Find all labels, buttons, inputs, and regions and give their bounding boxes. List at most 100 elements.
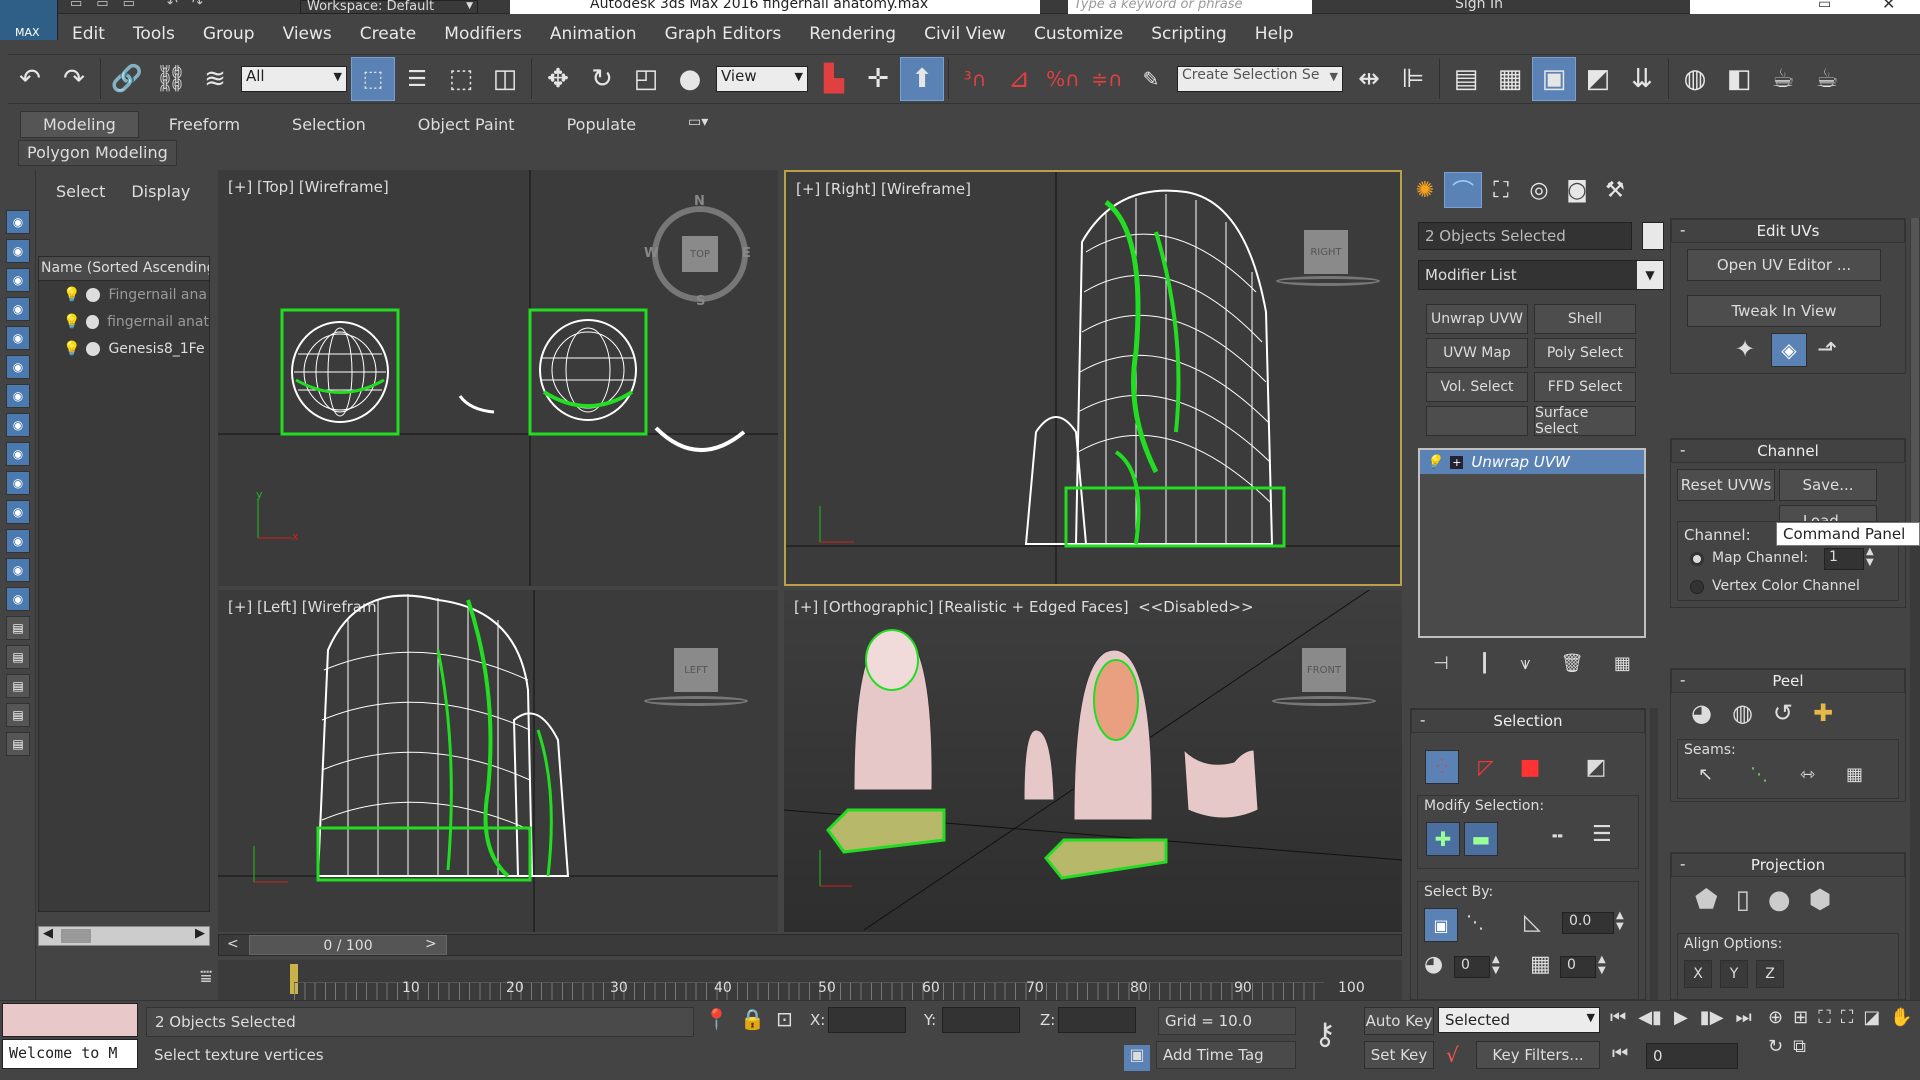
go-to-start-icon[interactable]: ⏮ bbox=[1610, 1007, 1626, 1028]
quick-planar-map-icon[interactable]: ◈ bbox=[1771, 333, 1807, 367]
scroll-right-icon[interactable]: ▶ bbox=[195, 926, 205, 941]
geometry-filter-icon[interactable]: ◉ bbox=[6, 239, 30, 263]
polygon-mode-icon[interactable]: ■ bbox=[1513, 750, 1547, 784]
ref-coord-dropdown[interactable]: View ▼ bbox=[716, 66, 808, 92]
rotate-icon[interactable]: ↻ bbox=[580, 57, 624, 101]
make-unique-icon[interactable]: ⩛ bbox=[1520, 653, 1530, 674]
next-frame-icon[interactable]: ▮▶ bbox=[1700, 1007, 1724, 1028]
ribbon-tab-modeling[interactable]: Modeling bbox=[20, 110, 139, 138]
time-slider[interactable]: < 0 / 100 > bbox=[218, 934, 1402, 956]
explorer-display-menu[interactable]: Display bbox=[131, 182, 190, 201]
scroll-thumb[interactable] bbox=[1911, 218, 1919, 538]
move-icon[interactable]: ✥ bbox=[536, 57, 580, 101]
hierarchy-tab-icon[interactable]: ⛶ bbox=[1482, 172, 1520, 208]
point-to-point-seam-icon[interactable]: ↖ bbox=[1698, 764, 1713, 785]
material-editor-icon[interactable]: ◍ bbox=[1673, 57, 1717, 101]
lightbulb-icon[interactable]: 💡 bbox=[63, 341, 80, 357]
right-column-scrollbar[interactable] bbox=[1910, 218, 1920, 1000]
select-object-icon[interactable]: ⬚ bbox=[351, 57, 395, 101]
modifier-button[interactable]: Unwrap UVW bbox=[1426, 304, 1528, 334]
search-input[interactable]: Type a keyword or phrase bbox=[1068, 0, 1312, 14]
edit-uvs-header[interactable]: - Edit UVs bbox=[1671, 219, 1905, 243]
object-color-swatch[interactable] bbox=[1642, 222, 1664, 250]
render-setup-icon[interactable]: ◧ bbox=[1717, 57, 1761, 101]
viewcube-top[interactable]: TOP bbox=[682, 236, 718, 272]
modifier-button[interactable] bbox=[1426, 406, 1528, 436]
current-frame-field[interactable]: 0 bbox=[1646, 1043, 1738, 1069]
schematic-view-icon[interactable]: ⇊ bbox=[1620, 57, 1664, 101]
menu-item-create[interactable]: Create bbox=[360, 24, 417, 44]
add-time-tag[interactable]: Add Time Tag bbox=[1156, 1041, 1296, 1069]
loop-selection-icon[interactable]: ╍ bbox=[1552, 826, 1563, 847]
window-crossing-icon[interactable]: ◫ bbox=[483, 57, 527, 101]
modifier-button[interactable]: Shell bbox=[1534, 304, 1636, 334]
keyboard-shortcut-override-icon[interactable]: ⬆ bbox=[900, 57, 944, 101]
remove-modifier-icon[interactable]: 🗑 bbox=[1561, 653, 1584, 674]
track-bar[interactable]: ⩸ 10 20 30 40 50 60 70 80 90 100 bbox=[200, 960, 1402, 1000]
map-channel-radio[interactable] bbox=[1690, 552, 1704, 566]
scene-explorer-icon[interactable]: ▤ bbox=[1444, 57, 1488, 101]
collapse-icon[interactable]: - bbox=[1680, 441, 1685, 459]
go-to-end-icon[interactable]: ⏭ bbox=[1736, 1007, 1752, 1028]
pin-stack-icon[interactable]: ⊣ bbox=[1433, 653, 1449, 674]
viewcube-compass[interactable]: TOP bbox=[652, 206, 748, 302]
lightbulb-icon[interactable]: 💡 bbox=[1426, 455, 1442, 470]
select-manipulate-icon[interactable]: ✛ bbox=[856, 57, 900, 101]
collapse-icon[interactable]: - bbox=[1680, 221, 1685, 239]
render-production-icon[interactable]: ☕ bbox=[1805, 57, 1849, 101]
close-icon[interactable]: ✕ bbox=[1882, 0, 1895, 13]
align-y-button[interactable]: Y bbox=[1720, 960, 1748, 988]
track-bar-icon[interactable]: ⩸ bbox=[200, 964, 230, 990]
spinner-arrows-icon[interactable]: ▲ ▼ bbox=[1598, 954, 1606, 976]
filter-icon[interactable]: ▤ bbox=[6, 674, 30, 698]
collapse-icon[interactable]: - bbox=[1680, 855, 1685, 873]
scene-list-item[interactable]: 💡 Genesis8_1Fe bbox=[39, 335, 209, 362]
find-icon[interactable]: ▤ bbox=[6, 703, 30, 727]
viewcube-right[interactable]: RIGHT bbox=[1304, 230, 1348, 274]
xrefs-filter-icon[interactable]: ◉ bbox=[6, 442, 30, 466]
pin-icon[interactable]: ✚ bbox=[1813, 699, 1833, 727]
maxscript-listener[interactable]: Welcome to M bbox=[2, 1039, 138, 1069]
spinner-arrows-icon[interactable]: ▲ ▼ bbox=[1492, 954, 1500, 976]
scene-list-item[interactable]: 💡 Fingernail ana bbox=[39, 281, 209, 308]
place-icon[interactable]: ● bbox=[668, 57, 712, 101]
peel-mode-icon[interactable]: ◕ bbox=[1691, 699, 1712, 727]
grow-selection-icon[interactable]: ✚ bbox=[1426, 822, 1460, 856]
modifier-button[interactable]: Poly Select bbox=[1534, 338, 1636, 368]
ribbon-options-icon[interactable]: ▭▾ bbox=[688, 114, 708, 130]
space-warps-filter-icon[interactable]: ◉ bbox=[6, 384, 30, 408]
modifier-button[interactable]: Vol. Select bbox=[1426, 372, 1528, 402]
menu-item-help[interactable]: Help bbox=[1255, 24, 1294, 44]
ribbon-tab-object-paint[interactable]: Object Paint bbox=[396, 112, 537, 137]
rendered-frame-window-icon[interactable]: ☕ bbox=[1761, 57, 1805, 101]
select-by-uv-edge-icon[interactable]: ⋱ bbox=[1466, 912, 1484, 933]
selection-filter-dropdown[interactable]: All ▼ bbox=[241, 66, 347, 92]
utilities-tab-icon[interactable]: ⚒ bbox=[1596, 172, 1634, 208]
menu-item-tools[interactable]: Tools bbox=[133, 24, 175, 44]
command-panel-scrollbar[interactable] bbox=[1650, 708, 1658, 1000]
ribbon-tab-selection[interactable]: Selection bbox=[270, 112, 388, 137]
shrink-selection-icon[interactable]: ▬ bbox=[1464, 822, 1498, 856]
maximize-viewport-icon[interactable]: ⧉ bbox=[1793, 1036, 1806, 1057]
spinner-arrows-icon[interactable]: ▲ ▼ bbox=[1616, 910, 1624, 932]
select-by-name-icon[interactable]: ☰ bbox=[395, 57, 439, 101]
time-next-button[interactable]: > bbox=[425, 936, 437, 952]
toggle-ribbon-icon[interactable]: ▣ bbox=[1532, 57, 1576, 101]
display-all-icon[interactable]: ▤ bbox=[6, 616, 30, 640]
viewcube-front[interactable]: FRONT bbox=[1302, 648, 1346, 692]
app-logo[interactable]: MAX bbox=[0, 0, 58, 40]
shapes-filter-icon[interactable]: ◉ bbox=[6, 268, 30, 292]
menu-item-animation[interactable]: Animation bbox=[550, 24, 637, 44]
motion-tab-icon[interactable]: ◎ bbox=[1520, 172, 1558, 208]
reset-uvws-button[interactable]: Reset UVWs bbox=[1677, 469, 1775, 501]
viewport-right[interactable]: [+] [Right] [Wireframe] RIGHT bbox=[784, 170, 1402, 586]
select-by-planar-angle-icon[interactable]: ◺ bbox=[1524, 910, 1541, 935]
menu-item-modifiers[interactable]: Modifiers bbox=[444, 24, 522, 44]
menu-item-scripting[interactable]: Scripting bbox=[1151, 24, 1227, 44]
ribbon-tab-freeform[interactable]: Freeform bbox=[147, 112, 262, 137]
align-to-view-icon[interactable]: ⬏ bbox=[1817, 335, 1837, 363]
x-coordinate-field[interactable] bbox=[828, 1007, 906, 1033]
cylindrical-map-icon[interactable]: ▯ bbox=[1736, 885, 1750, 915]
visibility-icon[interactable] bbox=[86, 314, 100, 329]
ribbon-sub-label[interactable]: Polygon Modeling bbox=[18, 140, 177, 166]
